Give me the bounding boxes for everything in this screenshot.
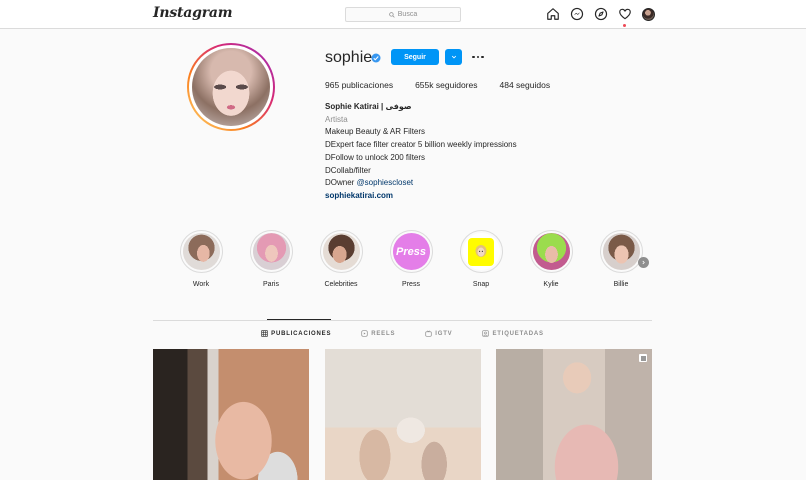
highlight-label: Work — [192, 281, 210, 288]
reels-icon — [361, 330, 368, 337]
website-link[interactable]: sophiekatirai.com — [325, 190, 517, 203]
tagged-icon — [482, 330, 490, 337]
highlight-cover — [462, 233, 500, 270]
highlight-label: Press — [402, 281, 420, 288]
notification-dot — [623, 24, 626, 27]
bio-line: DCollab/filter — [325, 165, 371, 175]
press-cover: Press — [392, 233, 430, 270]
tab-label: ETIQUETADAS — [492, 330, 544, 337]
more-dot — [481, 55, 484, 59]
profile-bio: Sophie Katirai | صوفی Artista Makeup Bea… — [325, 101, 517, 203]
tab-label: REELS — [371, 330, 396, 337]
search-icon — [389, 11, 395, 18]
top-navigation-bar: Instagram Busca — [0, 0, 806, 29]
followers-count: 655k — [415, 80, 434, 90]
nav-icons — [546, 7, 655, 21]
highlight-kylie[interactable]: Kylie — [521, 230, 581, 288]
owner-prefix: DOwner — [325, 178, 357, 188]
profile-tabs: PUBLICACIONES REELS IGTV ETIQUETADAS — [153, 330, 652, 337]
highlight-cover — [252, 233, 290, 270]
avatar-photo — [192, 48, 270, 126]
owner-mention-link[interactable]: @sophiescloset — [357, 178, 414, 187]
verified-badge-icon — [371, 53, 381, 63]
tab-reels[interactable]: REELS — [361, 330, 395, 337]
avatar-inner — [189, 45, 273, 129]
highlight-press[interactable]: Press Press — [381, 230, 441, 288]
tab-label: PUBLICACIONES — [271, 330, 332, 337]
posts-count: 965 — [325, 80, 340, 90]
following-label: seguidos — [516, 80, 551, 90]
tab-posts[interactable]: PUBLICACIONES — [261, 330, 331, 337]
followers-stat[interactable]: 655k seguidores — [415, 80, 477, 90]
profile-stats: 965 publicaciones 655k seguidores 484 se… — [325, 80, 572, 90]
carousel-icon — [639, 354, 647, 362]
active-tab-indicator — [267, 319, 331, 320]
chevron-right-icon — [642, 260, 645, 265]
highlight-celebrities[interactable]: Celebrities — [311, 230, 371, 288]
bio-owner-line: DOwner @sophiescloset — [325, 177, 517, 190]
igtv-icon — [425, 330, 432, 337]
grid-icon — [261, 330, 268, 337]
highlight-paris[interactable]: Paris — [241, 230, 301, 288]
more-dot — [472, 55, 475, 59]
explore-icon[interactable] — [594, 7, 608, 21]
snapcode-icon — [468, 237, 494, 266]
highlight-label: Celebrities — [324, 281, 358, 288]
chevron-down-icon — [451, 55, 456, 59]
highlight-label: Kylie — [543, 281, 559, 288]
highlight-ring — [599, 230, 643, 273]
post-thumbnail[interactable] — [496, 349, 652, 480]
highlight-label: Snap — [472, 281, 490, 288]
profile-avatar[interactable] — [642, 7, 655, 21]
highlight-cover — [322, 233, 360, 270]
search-placeholder: Busca — [397, 11, 418, 18]
suggested-accounts-button[interactable] — [445, 49, 462, 65]
followers-label: seguidores — [435, 80, 478, 90]
profile-avatar-large[interactable] — [187, 43, 275, 131]
highlight-ring — [179, 230, 223, 273]
tab-tagged[interactable]: ETIQUETADAS — [482, 330, 543, 337]
tab-igtv[interactable]: IGTV — [425, 330, 452, 337]
highlight-work[interactable]: Work — [171, 230, 231, 288]
follow-button[interactable]: Seguir — [391, 49, 439, 65]
highlight-snap[interactable]: Snap — [451, 230, 511, 288]
tab-label: IGTV — [435, 330, 453, 337]
full-name: Sophie Katirai | صوفی — [325, 102, 412, 111]
highlight-ring — [529, 230, 573, 273]
highlight-label: Paris — [263, 281, 279, 288]
bio-line: Makeup Beauty & AR Filters — [325, 127, 426, 137]
more-options-button[interactable] — [471, 51, 485, 63]
profile-username: sophie — [325, 49, 373, 66]
post-thumbnail[interactable] — [153, 349, 309, 480]
home-icon[interactable] — [546, 7, 560, 21]
posts-label: publicaciones — [341, 80, 394, 90]
highlight-ring — [249, 230, 293, 273]
following-stat[interactable]: 484 seguidos — [499, 80, 550, 90]
highlight-ring — [319, 230, 363, 273]
post-thumbnail[interactable] — [325, 349, 481, 480]
highlight-label: Billie — [613, 281, 629, 288]
tabs-divider — [153, 320, 652, 321]
heart-icon[interactable] — [618, 7, 632, 21]
highlight-cover — [182, 233, 220, 270]
highlight-ring — [459, 230, 503, 273]
bio-line: DExpert face filter creator 5 billion we… — [325, 140, 517, 150]
bio-line: DFollow to unlock 200 filters — [325, 152, 426, 162]
story-highlights: Work Paris Celebrities Press Press Snap — [166, 230, 656, 295]
instagram-logo[interactable]: Instagram — [153, 5, 233, 21]
posts-stat: 965 publicaciones — [325, 80, 393, 90]
search-input[interactable]: Busca — [345, 7, 461, 22]
following-count: 484 — [499, 80, 514, 90]
highlight-cover — [532, 233, 570, 270]
highlight-cover — [602, 233, 640, 270]
messenger-icon[interactable] — [570, 7, 584, 21]
highlights-next-button[interactable] — [638, 257, 649, 268]
more-dot — [476, 55, 480, 59]
highlight-ring: Press — [389, 230, 433, 273]
category-label: Artista — [325, 114, 348, 124]
